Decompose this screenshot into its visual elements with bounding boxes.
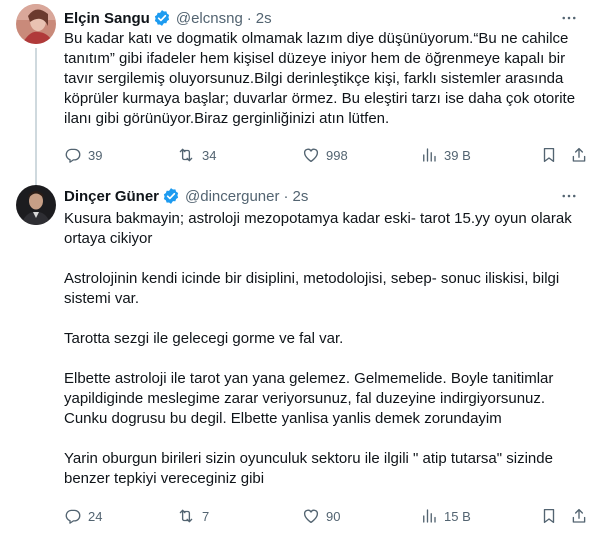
- tweet-header: Elçin Sangu @elcnsng · 2s: [64, 8, 580, 28]
- author-handle[interactable]: @dincerguner: [185, 188, 279, 205]
- reply-count: 24: [88, 508, 103, 524]
- like-button[interactable]: 998: [302, 145, 348, 165]
- verified-badge-icon: [162, 187, 180, 205]
- tweet-paragraph: Bu kadar katı ve dogmatik olmamak lazım …: [64, 30, 576, 127]
- views-icon: [423, 148, 436, 162]
- reply-icon: [65, 509, 81, 524]
- author-handle[interactable]: @elcnsng: [176, 10, 243, 27]
- retweet-count: 34: [202, 147, 217, 163]
- avatar[interactable]: [16, 185, 56, 225]
- tweet-actions: 24 7 90 15 B: [64, 506, 588, 526]
- bookmark-icon: [543, 147, 555, 163]
- views-count: 39 B: [444, 147, 471, 163]
- more-icon[interactable]: [558, 186, 580, 206]
- retweet-button[interactable]: 34: [176, 145, 216, 165]
- views-button[interactable]: 39 B: [420, 145, 471, 165]
- like-button[interactable]: 90: [302, 506, 340, 526]
- timestamp[interactable]: 2s: [292, 188, 308, 205]
- reply-icon: [65, 148, 81, 163]
- more-icon[interactable]: [558, 8, 580, 28]
- tweet-actions: 39 34 998 39 B: [64, 145, 588, 165]
- like-icon: [303, 148, 319, 163]
- timestamp[interactable]: 2s: [256, 10, 272, 27]
- retweet-icon: [179, 148, 193, 162]
- reply-button[interactable]: 39: [64, 145, 102, 165]
- tweet-paragraph: Elbette astroloji ile tarot yan yana gel…: [64, 370, 554, 427]
- like-icon: [303, 509, 319, 524]
- views-button[interactable]: 15 B: [420, 506, 471, 526]
- bookmark-button[interactable]: [540, 506, 558, 526]
- tweet-dincer[interactable]: Dinçer Güner @dincerguner · 2s Kusura ba…: [0, 178, 600, 541]
- separator: ·: [246, 9, 252, 27]
- share-icon: [572, 508, 586, 523]
- share-icon: [572, 147, 586, 162]
- tweet-text: Kusura bakmayin; astroloji mezopotamya k…: [64, 209, 588, 489]
- like-count: 90: [326, 508, 341, 524]
- bookmark-button[interactable]: [540, 145, 558, 165]
- retweet-button[interactable]: 7: [176, 506, 209, 526]
- author-name[interactable]: Elçin Sangu: [64, 10, 150, 27]
- tweet-header: Dinçer Güner @dincerguner · 2s: [64, 186, 580, 206]
- thread-line: [35, 48, 37, 194]
- share-button[interactable]: [570, 145, 588, 165]
- tweet-text: Bu kadar katı ve dogmatik olmamak lazım …: [64, 29, 588, 129]
- tweet-elcin[interactable]: Elçin Sangu @elcnsng · 2s Bu kadar katı …: [0, 0, 600, 194]
- tweet-paragraph: Astrolojinin kendi icinde bir disiplini,…: [64, 270, 560, 307]
- tweet-paragraph: Kusura bakmayin; astroloji mezopotamya k…: [64, 210, 572, 247]
- avatar[interactable]: [16, 4, 56, 44]
- like-count: 998: [326, 147, 348, 163]
- separator: ·: [283, 187, 289, 205]
- retweet-count: 7: [202, 508, 210, 524]
- bookmark-icon: [543, 508, 555, 524]
- reply-button[interactable]: 24: [64, 506, 102, 526]
- retweet-icon: [179, 509, 193, 523]
- reply-count: 39: [88, 147, 103, 163]
- author-name[interactable]: Dinçer Güner: [64, 188, 159, 205]
- verified-badge-icon: [153, 9, 171, 27]
- views-count: 15 B: [444, 508, 471, 524]
- share-button[interactable]: [570, 506, 588, 526]
- views-icon: [423, 509, 436, 523]
- tweet-paragraph: Yarin oburgun birileri sizin oyunculuk s…: [64, 450, 553, 487]
- tweet-paragraph: Tarotta sezgi ile gelecegi gorme ve fal …: [64, 330, 344, 347]
